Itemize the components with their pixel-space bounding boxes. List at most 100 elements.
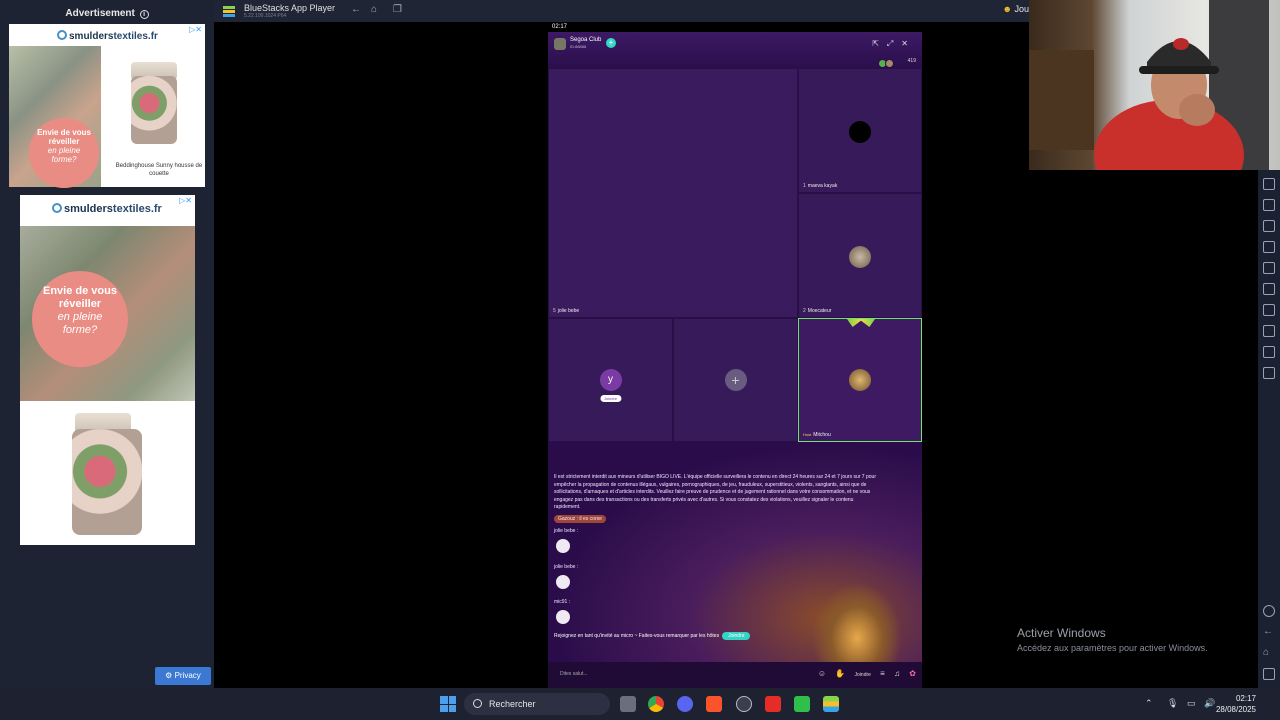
join-badge: Joindre (599, 395, 622, 402)
bluestacks-icon[interactable] (823, 696, 839, 712)
back-icon[interactable]: ← (351, 4, 361, 15)
message-text: mic91 : (554, 599, 571, 605)
webcam-person (1029, 0, 1269, 170)
chrome-icon[interactable] (648, 696, 664, 712)
follow-plus-icon[interactable]: + (606, 38, 616, 48)
taskbar-search[interactable]: Rechercher (464, 693, 610, 715)
bubble-line: Envie de vous (37, 128, 91, 137)
ad-sidebar: Advertisement i ▷✕ smulderstextiles.fr E… (0, 0, 214, 688)
avatar: y (599, 369, 622, 391)
youtube-icon[interactable] (765, 696, 781, 712)
ad-close-icon[interactable]: ▷✕ (189, 25, 202, 34)
layers-icon[interactable] (1263, 346, 1275, 358)
seat-label: 1 maeva kayak (803, 183, 837, 189)
seat-username: Mitchou (813, 432, 831, 438)
join-account-button[interactable]: ☻ Jou (1002, 4, 1029, 14)
clock-time: 02:17 (1235, 694, 1256, 703)
home-icon[interactable]: ⌂ (1263, 647, 1275, 659)
network-icon[interactable]: ▭ (1187, 698, 1196, 709)
seat-2[interactable]: 2 Moecateur (798, 193, 922, 318)
seat-host[interactable]: Host Mitchou (798, 318, 922, 442)
share-icon[interactable]: ⇱ (872, 39, 887, 48)
chat-input[interactable]: Dites salut... (560, 671, 588, 677)
screenshot-icon[interactable] (1263, 178, 1275, 190)
seat-username: maeva kayak (807, 183, 838, 189)
club-id: ID:88888 (570, 44, 587, 49)
bubble-line: en pleine (57, 311, 103, 323)
bell-icon[interactable]: ♫ (894, 669, 900, 678)
obs-icon[interactable] (736, 696, 752, 712)
seat-grid: 5 jolie bebe 1 maeva kayak 2 Moecateur y Jo… (548, 68, 922, 442)
join-mic-button[interactable]: ✋ Joindre (835, 669, 871, 678)
task-view-icon[interactable] (620, 696, 636, 712)
brand-prefix: smulders (64, 203, 113, 215)
start-icon[interactable] (440, 696, 456, 712)
seat-label: Host Mitchou (803, 432, 831, 438)
privacy-button[interactable]: ⚙ Privacy (155, 667, 211, 685)
seat-5[interactable]: 5 jolie bebe (548, 68, 798, 318)
seat-empty[interactable]: + (673, 318, 798, 442)
ad-close-icon[interactable]: ▷✕ (179, 196, 192, 205)
ad-caption: Beddinghouse Sunny housse de couette (115, 163, 203, 177)
info-icon[interactable]: i (139, 10, 149, 19)
room-header: Segoa Club ID:88888 + ⇱⤢✕ 419 (548, 32, 922, 68)
add-seat-icon[interactable]: + (724, 369, 747, 391)
product-image (131, 76, 177, 144)
seat-number: 1 (803, 183, 806, 189)
sticker-icon (556, 575, 570, 589)
club-name[interactable]: Segoa Club (570, 37, 601, 43)
menu-icon[interactable]: ≡ (880, 669, 885, 678)
ad-brand: smulderstextiles.fr (57, 30, 158, 42)
eco-mode-icon[interactable] (1263, 304, 1275, 316)
seat-y[interactable]: y Joindre (548, 318, 673, 442)
close-icon[interactable]: ✕ (901, 39, 916, 48)
club-avatar[interactable] (554, 38, 566, 50)
chat-message: mic91 : (554, 599, 570, 605)
genie-lamp-background (812, 582, 902, 662)
seat-number: 5 (553, 308, 556, 314)
ad-banner-2[interactable]: ▷✕ smulderstextiles.fr Envie de vous rév… (20, 195, 195, 545)
seat-1[interactable]: 1 maeva kayak (798, 68, 922, 193)
discord-icon[interactable] (677, 696, 693, 712)
search-label: Rechercher (489, 699, 536, 709)
join-label: Jou (1014, 4, 1029, 14)
volume-icon[interactable]: 🔊 (1204, 698, 1215, 709)
brand-logo-icon (52, 203, 62, 213)
product-image (72, 429, 142, 535)
seat-username: jolie bebe (557, 308, 580, 314)
settings-icon[interactable] (1263, 605, 1275, 617)
invite-message: Rejoignez en tant qu'invité au micro ~ F… (554, 632, 751, 640)
tray-chevron-icon[interactable]: ⌃ (1145, 698, 1153, 709)
windows-activation-subtitle: Accédez aux paramètres pour activer Wind… (1017, 643, 1208, 653)
airplane-icon[interactable] (1263, 262, 1275, 274)
phone-screen: 02:17 Segoa Club ID:88888 + ⇱⤢✕ 419 5 jol… (548, 22, 922, 688)
chat-message: jolie bebe : (554, 528, 578, 534)
bubble-line: forme? (51, 155, 77, 164)
gallery-icon[interactable] (1263, 241, 1275, 253)
brand-prefix: smulders (69, 31, 114, 42)
multi-instance-icon[interactable] (1263, 283, 1275, 295)
brave-icon[interactable] (706, 696, 722, 712)
crown-icon (847, 319, 875, 327)
clock[interactable]: 02:17 28/08/2025 (1216, 693, 1256, 715)
invite-join-button[interactable]: Joindre (722, 632, 751, 640)
spreadsheet-icon[interactable] (794, 696, 810, 712)
ad-banner-1[interactable]: ▷✕ smulderstextiles.fr Envie de vous rév… (9, 24, 205, 188)
multi-window-icon[interactable]: ❐ (393, 4, 402, 15)
bottom-actions: ☺ ✋ Joindre ≡ ♫ ✿ (811, 669, 916, 678)
home-icon[interactable]: ⌂ (371, 4, 377, 15)
back-icon[interactable]: ← (1263, 626, 1275, 638)
chat-message: Gazouz : il es corse (554, 515, 606, 523)
recent-apps-icon[interactable] (1263, 668, 1275, 680)
location-icon[interactable] (1263, 325, 1275, 337)
microphone-icon[interactable]: 🎙 (1167, 698, 1178, 709)
viewer-avatar (885, 59, 894, 68)
bubble-line: Envie de vous (43, 285, 117, 297)
minimize-icon[interactable]: ⤢ (887, 39, 901, 48)
camera-icon[interactable] (1263, 199, 1275, 211)
gift-icon[interactable]: ✿ (909, 669, 916, 678)
online-count[interactable]: 419 (908, 58, 916, 64)
emoji-icon[interactable]: ☺ (818, 669, 826, 678)
record-icon[interactable] (1263, 220, 1275, 232)
sync-icon[interactable] (1263, 367, 1275, 379)
